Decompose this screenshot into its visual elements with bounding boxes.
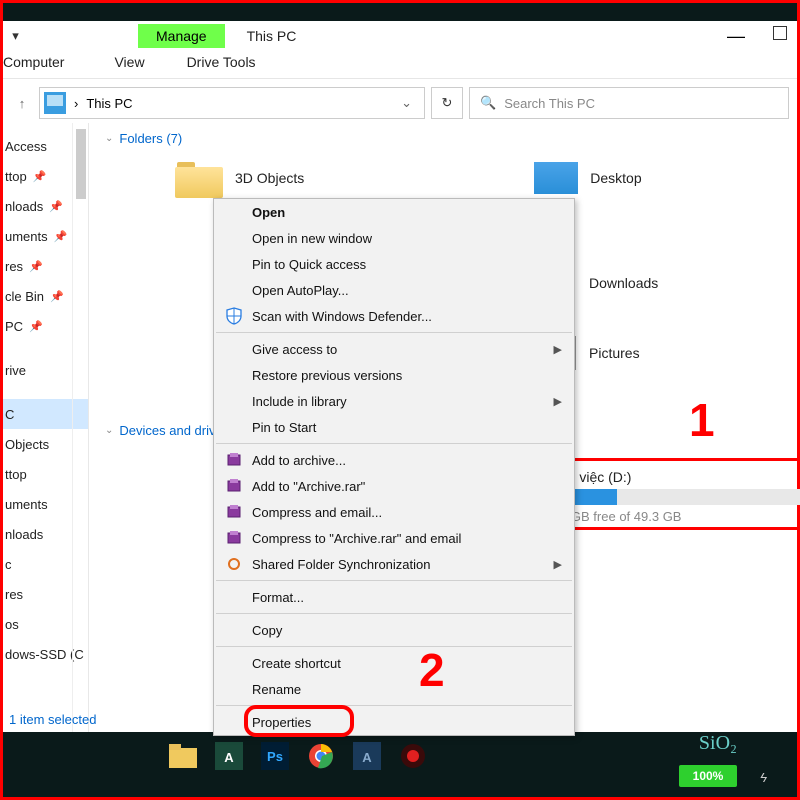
ctx-add-to-rar[interactable]: Add to "Archive.rar" <box>214 473 574 499</box>
submenu-arrow-icon: ▶ <box>554 558 562 571</box>
drive-name: Công việc (D:) <box>542 469 800 485</box>
pin-icon: 📌 <box>33 170 47 183</box>
nav-pane: Access ttop📌 nloads📌 uments📌 res📌 cle Bi… <box>3 123 89 732</box>
this-pc-icon <box>44 92 66 114</box>
ctx-copy[interactable]: Copy <box>214 617 574 643</box>
search-input[interactable]: 🔍 Search This PC <box>469 87 789 119</box>
ctx-format[interactable]: Format... <box>214 584 574 610</box>
qat-dropdown-icon[interactable]: ▾ <box>3 24 28 49</box>
svg-text:A: A <box>224 750 234 765</box>
ctx-shared-sync[interactable]: Shared Folder Synchronization▶ <box>214 551 574 577</box>
drive-usage-bar <box>542 489 800 505</box>
breadcrumb-path[interactable]: This PC <box>86 96 132 111</box>
ctx-open-autoplay[interactable]: Open AutoPlay... <box>214 277 574 303</box>
tray-battery[interactable]: 100% <box>679 765 737 787</box>
ctx-open-new-window[interactable]: Open in new window <box>214 225 574 251</box>
ctx-compress-rar-email[interactable]: Compress to "Archive.rar" and email <box>214 525 574 551</box>
defender-shield-icon <box>222 306 246 326</box>
taskbar-chrome-icon[interactable] <box>301 736 341 776</box>
ctx-pin-start[interactable]: Pin to Start <box>214 414 574 440</box>
group-header-folders[interactable]: ⌄ Folders (7) <box>105 131 797 146</box>
ctx-properties[interactable]: Properties <box>214 709 574 735</box>
taskbar-app-icon[interactable]: A <box>347 736 387 776</box>
tab-computer[interactable]: Computer <box>3 49 78 75</box>
pin-icon: 📌 <box>29 260 43 273</box>
submenu-arrow-icon: ▶ <box>554 395 562 408</box>
sidebar-scrollbar[interactable] <box>72 123 88 732</box>
ctx-restore-previous[interactable]: Restore previous versions <box>214 362 574 388</box>
ctx-add-archive[interactable]: Add to archive... <box>214 447 574 473</box>
tab-drive-tools[interactable]: Drive Tools <box>173 49 270 75</box>
winrar-icon <box>222 476 246 496</box>
taskbar-app-icon[interactable] <box>393 736 433 776</box>
pin-icon: 📌 <box>49 200 63 213</box>
group-header-devices[interactable]: ⌄ Devices and drives <box>105 423 229 438</box>
address-history-dropdown[interactable]: ⌄ <box>393 95 420 111</box>
tray-power-icon[interactable]: ϟ <box>760 770 767 785</box>
breadcrumb-sep: › <box>74 96 78 111</box>
search-placeholder: Search This PC <box>504 96 595 111</box>
sync-icon <box>222 554 246 574</box>
ctx-pin-quick-access[interactable]: Pin to Quick access <box>214 251 574 277</box>
annotation-2: 2 <box>419 643 445 697</box>
pin-icon: 📌 <box>54 230 68 243</box>
minimize-button[interactable]: — <box>727 26 745 47</box>
drive-free-text: 37.0 GB free of 49.3 GB <box>542 509 800 524</box>
maximize-button[interactable] <box>773 26 787 40</box>
svg-text:Ps: Ps <box>267 749 283 764</box>
taskbar: A Ps A <box>3 732 797 779</box>
winrar-icon <box>222 450 246 470</box>
contextual-tab-manage[interactable]: Manage <box>138 24 225 48</box>
chevron-down-icon: ⌄ <box>105 425 113 436</box>
nav-up-button[interactable]: ↑ <box>11 92 33 114</box>
tab-view[interactable]: View <box>100 49 158 75</box>
pin-icon: 📌 <box>50 290 64 303</box>
svg-text:A: A <box>362 750 372 765</box>
taskbar-photoshop-icon[interactable]: Ps <box>255 736 295 776</box>
ctx-create-shortcut[interactable]: Create shortcut <box>214 650 574 676</box>
submenu-arrow-icon: ▶ <box>554 343 562 356</box>
status-bar: 1 item selected <box>3 706 96 732</box>
taskbar-explorer-icon[interactable] <box>163 736 203 776</box>
ctx-give-access-to[interactable]: Give access to▶ <box>214 336 574 362</box>
ctx-open[interactable]: Open <box>214 199 574 225</box>
winrar-icon <box>222 528 246 548</box>
ctx-include-library[interactable]: Include in library▶ <box>214 388 574 414</box>
folder-item-3d-objects[interactable]: 3D Objects <box>175 158 304 198</box>
chevron-down-icon: ⌄ <box>105 133 113 144</box>
pin-icon: 📌 <box>29 320 43 333</box>
ribbon-tabs: Computer View Drive Tools <box>3 49 797 79</box>
ctx-compress-email[interactable]: Compress and email... <box>214 499 574 525</box>
search-icon: 🔍 <box>480 95 496 111</box>
context-menu: Open Open in new window Pin to Quick acc… <box>213 198 575 736</box>
folder-icon <box>175 158 223 198</box>
taskbar-app-icon[interactable]: A <box>209 736 249 776</box>
address-bar-row: ↑ › This PC ⌄ ↻ 🔍 Search This PC <box>3 83 797 123</box>
window-title: This PC <box>247 28 297 44</box>
titlebar: ▾ Manage This PC — <box>3 21 797 51</box>
refresh-button[interactable]: ↻ <box>431 87 463 119</box>
annotation-1: 1 <box>689 393 715 447</box>
address-bar[interactable]: › This PC ⌄ <box>39 87 425 119</box>
ctx-scan-defender[interactable]: Scan with Windows Defender... <box>214 303 574 329</box>
ctx-rename[interactable]: Rename <box>214 676 574 702</box>
winrar-icon <box>222 502 246 522</box>
